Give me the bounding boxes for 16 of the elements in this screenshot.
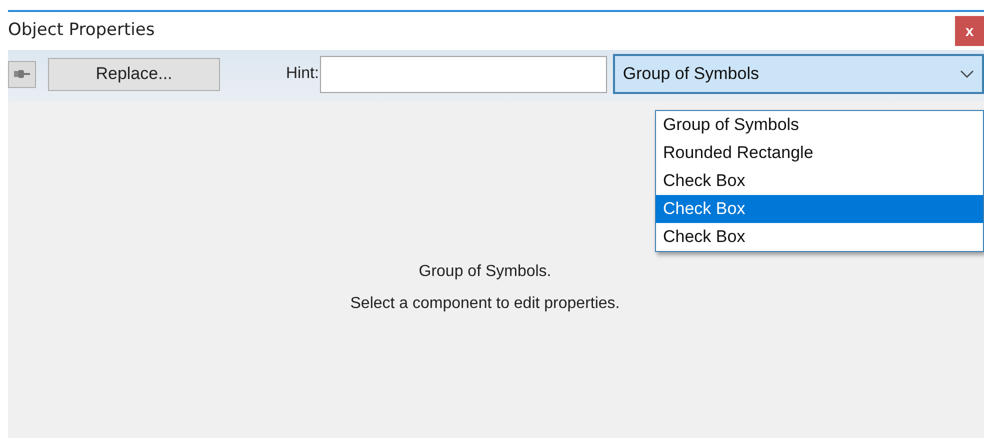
status-text: Select a component to edit properties. (350, 294, 620, 314)
pin-button[interactable] (8, 60, 36, 88)
dropdown-option[interactable]: Check Box (656, 167, 983, 195)
hint-label: Hint: (286, 64, 319, 84)
dropdown-option[interactable]: Rounded Rectangle (656, 139, 983, 167)
hint-field[interactable] (320, 56, 607, 92)
pushpin-icon (13, 69, 31, 79)
dropdown-option[interactable]: Group of Symbols (656, 111, 983, 139)
replace-button[interactable]: Replace... (48, 58, 220, 90)
dropdown-option[interactable]: Check Box (656, 195, 983, 223)
type-dropdown[interactable]: Group of Symbols (612, 54, 984, 94)
close-button[interactable]: x (955, 16, 984, 46)
status-text: Group of Symbols. (418, 262, 552, 282)
window-title: Object Properties (8, 19, 155, 42)
chevron-down-icon (960, 70, 974, 78)
dropdown-option[interactable]: Check Box (656, 223, 983, 251)
